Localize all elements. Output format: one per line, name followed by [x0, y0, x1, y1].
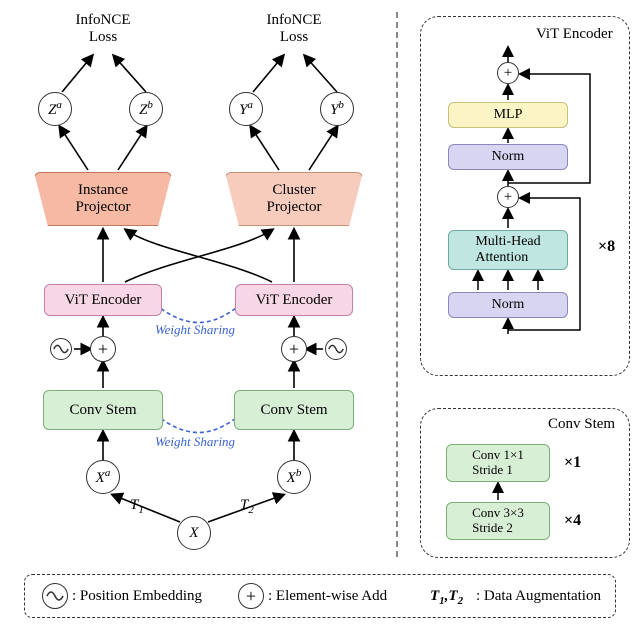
- weight-sharing-label-top: Weight Sharing: [155, 322, 235, 338]
- cluster-projector: Cluster Projector: [225, 172, 363, 226]
- t2-label: T2: [240, 497, 254, 516]
- xa-node: Xa: [86, 460, 120, 494]
- x-node: X: [177, 516, 211, 550]
- conv1x1: Conv 1×1 Stride 1: [446, 444, 550, 482]
- vit-add-1: +: [497, 186, 519, 208]
- vit-panel-title: ViT Encoder: [536, 26, 613, 43]
- vit-times-8: ×8: [598, 238, 615, 256]
- vit-norm-2: Norm: [448, 144, 568, 170]
- legend-plus-icon: +: [238, 583, 264, 609]
- add-left: +: [90, 336, 116, 362]
- vit-encoder-left: ViT Encoder: [44, 284, 162, 316]
- vit-add-2: +: [497, 62, 519, 84]
- conv-stem-left: Conv Stem: [43, 390, 163, 430]
- column-separator: [396, 12, 398, 557]
- yb-node: Yb: [320, 92, 354, 126]
- vit-encoder-right: ViT Encoder: [235, 284, 353, 316]
- vit-norm-1: Norm: [448, 292, 568, 318]
- weight-sharing-label-bottom: Weight Sharing: [155, 434, 235, 450]
- instance-projector: Instance Projector: [34, 172, 172, 226]
- diagram-root: InfoNCE Loss InfoNCE Loss Za Zb Ya Yb In…: [0, 0, 640, 631]
- infonce-loss-a: InfoNCE Loss: [68, 12, 138, 46]
- ya-node: Ya: [229, 92, 263, 126]
- vit-encoder-panel: [420, 16, 630, 376]
- t1-label: T1: [130, 497, 144, 516]
- add-right: +: [281, 336, 307, 362]
- vit-mlp: MLP: [448, 102, 568, 128]
- legend-t12: T1,T2: [430, 588, 463, 607]
- legend-sine-icon: [42, 583, 68, 609]
- pos-embedding-right-icon: [325, 338, 347, 360]
- legend-aug: : Data Augmentation: [476, 588, 601, 605]
- conv2-times: ×4: [564, 512, 581, 530]
- conv-panel-title: Conv Stem: [548, 416, 615, 433]
- conv1-times: ×1: [564, 454, 581, 472]
- vit-mha: Multi-Head Attention: [448, 230, 568, 270]
- xb-node: Xb: [277, 460, 311, 494]
- pos-embedding-left-icon: [50, 338, 72, 360]
- conv3x3: Conv 3×3 Stride 2: [446, 502, 550, 540]
- legend-pos-emb: : Position Embedding: [72, 588, 202, 605]
- zb-node: Zb: [129, 92, 163, 126]
- conv-stem-right: Conv Stem: [234, 390, 354, 430]
- legend-elem-add: : Element-wise Add: [268, 588, 387, 605]
- infonce-loss-b: InfoNCE Loss: [259, 12, 329, 46]
- za-node: Za: [38, 92, 72, 126]
